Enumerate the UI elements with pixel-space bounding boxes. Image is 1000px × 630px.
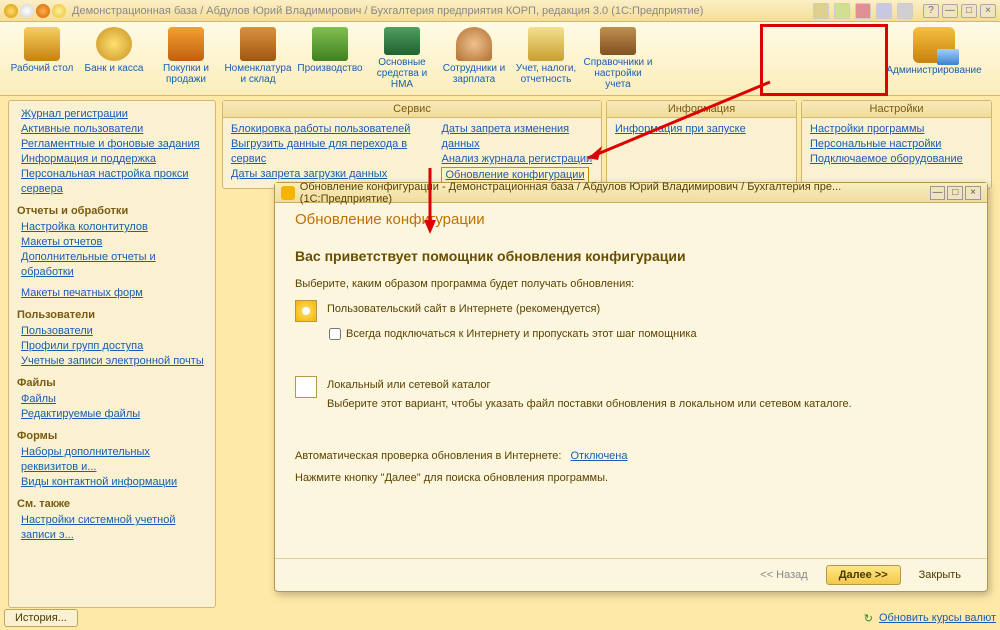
service-link[interactable]: Выгрузить данные для перехода в сервис <box>231 137 423 167</box>
toolbar-desktop[interactable]: Рабочий стол <box>6 24 78 93</box>
sidebar-group-header: Формы <box>17 430 207 442</box>
dialog-subheading: Вас приветствует помощник обновления кон… <box>295 248 967 264</box>
service-link[interactable]: Блокировка работы пользователей <box>231 122 423 137</box>
hint-text: Нажмите кнопку "Далее" для поиска обновл… <box>295 472 967 484</box>
dialog-prompt: Выберите, каким образом программа будет … <box>295 278 967 290</box>
sidebar-link[interactable]: Настройка колонтитулов <box>17 220 207 235</box>
cart-icon <box>168 27 204 61</box>
sidebar-link[interactable]: Регламентные и фоновые задания <box>17 137 207 152</box>
app-icon <box>281 186 295 200</box>
update-config-dialog: Обновление конфигурации - Демонстрационн… <box>274 182 988 592</box>
settings-link[interactable]: Персональные настройки <box>810 137 983 152</box>
refresh-rates-link[interactable]: Обновить курсы валют <box>879 612 996 624</box>
report-icon <box>528 27 564 61</box>
boxes-icon <box>240 27 276 61</box>
coins-icon <box>96 27 132 61</box>
admin-icon <box>913 27 955 63</box>
sidebar-link[interactable]: Наборы дополнительных реквизитов и... <box>17 445 207 475</box>
panel-info: Информация Информация при запуске <box>606 100 797 189</box>
info-link[interactable]: Информация при запуске <box>615 122 788 137</box>
sidebar-link[interactable]: Журнал регистрации <box>17 107 207 122</box>
back-button: << Назад <box>748 566 819 584</box>
minimize-button[interactable]: — <box>942 4 958 18</box>
history-button[interactable]: История... <box>4 609 78 627</box>
service-link[interactable]: Даты запрета изменения данных <box>441 122 593 152</box>
toolbar-nomenclature[interactable]: Номенклатура и склад <box>222 24 294 93</box>
toolbar-staff[interactable]: Сотрудники и зарплата <box>438 24 510 93</box>
sidebar-link[interactable]: Дополнительные отчеты и обработки <box>17 250 207 280</box>
panel-header: Настройки <box>802 101 991 118</box>
dialog-close[interactable]: × <box>965 186 981 200</box>
window-title: Демонстрационная база / Абдулов Юрий Вла… <box>72 5 813 17</box>
sidebar: Журнал регистрации Активные пользователи… <box>8 100 216 608</box>
panel-service: Сервис Блокировка работы пользователей В… <box>222 100 602 189</box>
panel-header: Сервис <box>223 101 601 118</box>
panel-settings: Настройки Настройки программы Персональн… <box>801 100 992 189</box>
sidebar-link[interactable]: Профили групп доступа <box>17 339 207 354</box>
tool-icon[interactable] <box>813 3 829 19</box>
toolbar-bank[interactable]: Банк и касса <box>78 24 150 93</box>
toolbar-admin[interactable]: Администрирование <box>874 24 994 93</box>
dialog-titlebar: Обновление конфигурации - Демонстрационн… <box>275 183 987 203</box>
maximize-button[interactable]: □ <box>961 4 977 18</box>
dialog-footer: << Назад Далее >> Закрыть <box>275 558 987 591</box>
refresh-icon: ↻ <box>864 612 873 625</box>
panel-header: Информация <box>607 101 796 118</box>
dialog-maximize[interactable]: □ <box>947 186 963 200</box>
sidebar-group-header: Отчеты и обработки <box>17 205 207 217</box>
statusbar: История... ↻ Обновить курсы валют <box>4 608 996 628</box>
checkbox-input[interactable] <box>329 328 341 340</box>
toolbar-assets[interactable]: Основные средства и НМА <box>366 24 438 93</box>
option-internet[interactable]: Пользовательский сайт в Интернете (реком… <box>295 300 967 322</box>
tool-icon[interactable] <box>876 3 892 19</box>
close-button[interactable]: × <box>980 4 996 18</box>
sidebar-link[interactable]: Настройки системной учетной записи э... <box>17 513 207 543</box>
sidebar-link[interactable]: Учетные записи электронной почты <box>17 354 207 369</box>
sidebar-link[interactable]: Редактируемые файлы <box>17 407 207 422</box>
help-button[interactable]: ? <box>923 4 939 18</box>
sidebar-group-header: Файлы <box>17 377 207 389</box>
dialog-heading: Обновление конфигурации <box>295 211 967 228</box>
factory-icon <box>312 27 348 61</box>
books-icon <box>600 27 636 55</box>
building-icon <box>384 27 420 55</box>
sidebar-link[interactable]: Активные пользователи <box>17 122 207 137</box>
settings-link[interactable]: Подключаемое оборудование <box>810 152 983 167</box>
dialog-minimize[interactable]: — <box>930 186 946 200</box>
toolbar-production[interactable]: Производство <box>294 24 366 93</box>
sidebar-group-header: См. также <box>17 498 207 510</box>
app-menu-icons[interactable] <box>4 4 66 18</box>
sidebar-link[interactable]: Пользователи <box>17 324 207 339</box>
sidebar-link[interactable]: Макеты печатных форм <box>17 286 207 301</box>
dialog-title: Обновление конфигурации - Демонстрационн… <box>300 181 928 205</box>
auto-check-link[interactable]: Отключена <box>570 450 627 462</box>
settings-link[interactable]: Настройки программы <box>810 122 983 137</box>
checkbox-always-connect[interactable]: Всегда подключаться к Интернету и пропус… <box>329 328 967 340</box>
close-button[interactable]: Закрыть <box>907 566 973 584</box>
sidebar-link[interactable]: Макеты отчетов <box>17 235 207 250</box>
sidebar-link[interactable]: Персональная настройка прокси сервера <box>17 167 207 197</box>
toolbar-refs[interactable]: Справочники и настройки учета <box>582 24 654 93</box>
radio-selected-icon[interactable] <box>295 300 317 322</box>
toolbar-buy-sell[interactable]: Покупки и продажи <box>150 24 222 93</box>
sidebar-link[interactable]: Файлы <box>17 392 207 407</box>
tool-icon[interactable] <box>834 3 850 19</box>
auto-check-row: Автоматическая проверка обновления в Инт… <box>295 450 967 462</box>
sidebar-link[interactable]: Информация и поддержка <box>17 152 207 167</box>
main-toolbar: Рабочий стол Банк и касса Покупки и прод… <box>0 22 1000 96</box>
radio-unselected-icon[interactable] <box>295 376 317 398</box>
tool-icon[interactable] <box>855 3 871 19</box>
next-button[interactable]: Далее >> <box>826 565 901 585</box>
desk-icon <box>24 27 60 61</box>
toolbar-taxes[interactable]: Учет, налоги, отчетность <box>510 24 582 93</box>
sidebar-group-header: Пользователи <box>17 309 207 321</box>
tool-icon[interactable] <box>897 3 913 19</box>
option-local[interactable]: Локальный или сетевой каталог Выберите э… <box>295 376 967 410</box>
service-link[interactable]: Анализ журнала регистрации <box>441 152 593 167</box>
sidebar-link[interactable]: Виды контактной информации <box>17 475 207 490</box>
person-icon <box>456 27 492 61</box>
titlebar: Демонстрационная база / Абдулов Юрий Вла… <box>0 0 1000 22</box>
